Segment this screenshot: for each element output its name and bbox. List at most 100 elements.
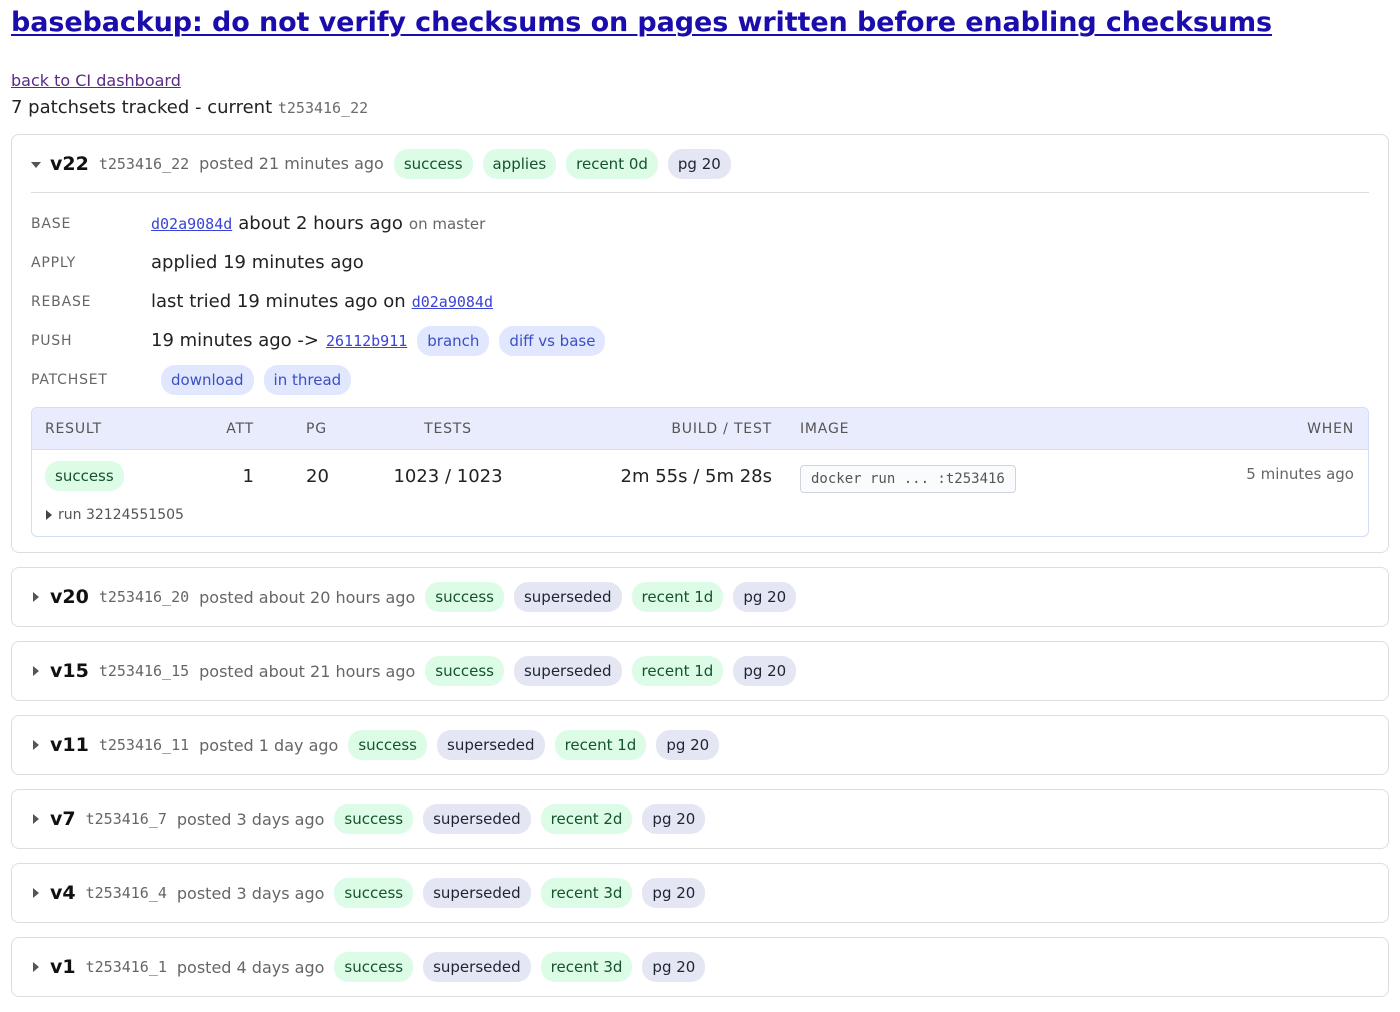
status-badge: success [334,878,414,908]
patchset-posted: posted about 21 hours ago [199,661,416,681]
patchset-card: v1 t253416_1 posted 4 days ago success s… [11,937,1389,997]
pg-version-badge: pg 20 [733,582,797,612]
base-commit-link[interactable]: d02a9084d [151,215,232,233]
pg-version-badge: pg 20 [642,804,706,834]
run-disclosure[interactable]: run 32124551505 [32,502,1368,528]
superseded-badge: superseded [423,952,531,982]
patchset-posted: posted 3 days ago [176,809,325,829]
patchset-posted: posted 3 days ago [176,883,325,903]
patchset-header[interactable]: v7 t253416_7 posted 3 days ago success s… [31,790,1369,848]
detail-row-apply: APPLY applied 19 minutes ago [31,243,1369,282]
superseded-badge: superseded [423,878,531,908]
diff-vs-base-button[interactable]: diff vs base [499,325,606,356]
page: basebackup: do not verify checksums on p… [0,0,1400,997]
status-badge: success [425,582,504,612]
recency-badge: recent 1d [631,582,724,612]
caret-right-icon [33,666,39,676]
when-cell: 5 minutes ago [1246,465,1354,483]
branch-button[interactable]: branch [417,325,490,356]
push-commit-link[interactable]: 26112b911 [326,332,407,350]
summary-text: 7 patchsets tracked - current [11,97,273,118]
column-header-tests: TESTS [424,420,472,437]
docker-command[interactable]: docker run ... :t253416 [800,465,1016,493]
column-header-build-test: BUILD / TEST [671,420,772,437]
page-title-link[interactable]: basebackup: do not verify checksums on p… [11,7,1272,38]
patchset-card-current: v22 t253416_22 posted 21 minutes ago suc… [11,134,1389,553]
patchset-tag: t253416_1 [85,958,167,976]
results-table: RESULT ATT PG TESTS BUILD / TEST IMAGE W… [31,407,1369,537]
detail-value: 19 minutes ago -> 26112b911 branch diff … [151,325,606,356]
patchset-header[interactable]: v20 t253416_20 posted about 20 hours ago… [31,568,1369,626]
patchset-tag: t253416_11 [98,736,190,754]
column-header-pg: PG [306,420,327,437]
recency-badge: recent 0d [566,148,658,179]
patchset-header[interactable]: v11 t253416_11 posted 1 day ago success … [31,716,1369,774]
caret-right-icon [33,962,39,972]
rebase-commit-link[interactable]: d02a9084d [412,293,493,311]
run-label: run 32124551505 [58,507,184,523]
results-table-header: RESULT ATT PG TESTS BUILD / TEST IMAGE W… [32,408,1368,450]
patchset-version: v22 [50,152,89,175]
image-cell: docker run ... :t253416 [772,459,1168,493]
result-status-badge: success [45,461,124,491]
patchset-header[interactable]: v15 t253416_15 posted about 21 hours ago… [31,642,1369,700]
superseded-badge: superseded [513,656,622,686]
pg-version-badge: pg 20 [733,656,797,686]
status-badge: success [334,804,414,834]
patchset-posted: posted 1 day ago [199,735,339,755]
patchset-card: v15 t253416_15 posted about 21 hours ago… [11,641,1389,701]
detail-value: download in thread [151,364,352,395]
results-table-body: success 1 20 1023 / 1023 2m 55s / 5m 28s… [32,450,1368,528]
patchset-tag: t253416_20 [98,588,190,606]
page-title: basebackup: do not verify checksums on p… [11,0,1389,41]
recency-badge: recent 1d [554,730,647,760]
recency-badge: recent 2d [540,804,633,834]
detail-row-base: BASE d02a9084d about 2 hours ago on mast… [31,204,1369,243]
caret-right-icon [33,814,39,824]
patchset-version: v15 [50,660,89,682]
detail-row-push: PUSH 19 minutes ago -> 26112b911 branch … [31,321,1369,360]
att-cell: 1 [242,465,254,487]
result-cell: success [32,461,192,491]
table-row: success 1 20 1023 / 1023 2m 55s / 5m 28s… [32,450,1368,502]
patchset-tag: t253416_7 [85,810,167,828]
caret-right-icon [33,740,39,750]
patchset-version: v11 [50,734,89,756]
tests-cell: 1023 / 1023 [393,465,503,487]
patchset-posted: posted 4 days ago [176,957,325,977]
apply-text: applied 19 minutes ago [151,252,364,273]
detail-row-rebase: REBASE last tried 19 minutes ago on d02a… [31,282,1369,321]
patchset-version: v20 [50,586,89,608]
in-thread-button[interactable]: in thread [263,364,352,395]
patchset-header[interactable]: v4 t253416_4 posted 3 days ago success s… [31,864,1369,922]
back-to-dashboard-link[interactable]: back to CI dashboard [11,71,1389,91]
pg-cell: 20 [306,465,329,487]
status-badge: success [334,952,414,982]
patchset-details: BASE d02a9084d about 2 hours ago on mast… [31,193,1369,399]
patchset-card: v4 t253416_4 posted 3 days ago success s… [11,863,1389,923]
patchset-tag: t253416_4 [85,884,167,902]
column-header-image: IMAGE [800,420,850,437]
patchset-header[interactable]: v1 t253416_1 posted 4 days ago success s… [31,938,1369,996]
patchset-version: v7 [50,808,76,830]
status-badge: success [348,730,427,760]
patchset-summary: 7 patchsets tracked - current t253416_22 [11,97,1389,119]
caret-right-icon [46,510,52,520]
base-branch: on master [408,214,486,233]
detail-value: last tried 19 minutes ago on d02a9084d [151,291,493,312]
applies-badge: applies [482,148,557,179]
pg-version-badge: pg 20 [656,730,720,760]
caret-down-icon [31,161,41,168]
rebase-text: last tried 19 minutes ago on [151,291,406,312]
download-button[interactable]: download [161,364,254,395]
recency-badge: recent 3d [540,878,633,908]
base-time: about 2 hours ago [238,213,403,234]
detail-label: PATCHSET [31,371,108,388]
column-header-att: ATT [226,420,254,437]
patchset-header-current[interactable]: v22 t253416_22 posted 21 minutes ago suc… [31,135,1369,193]
pg-version-badge: pg 20 [667,148,731,179]
status-badge: success [425,656,504,686]
patchset-version: v1 [50,956,76,978]
superseded-badge: superseded [423,804,531,834]
caret-right-icon [33,888,39,898]
